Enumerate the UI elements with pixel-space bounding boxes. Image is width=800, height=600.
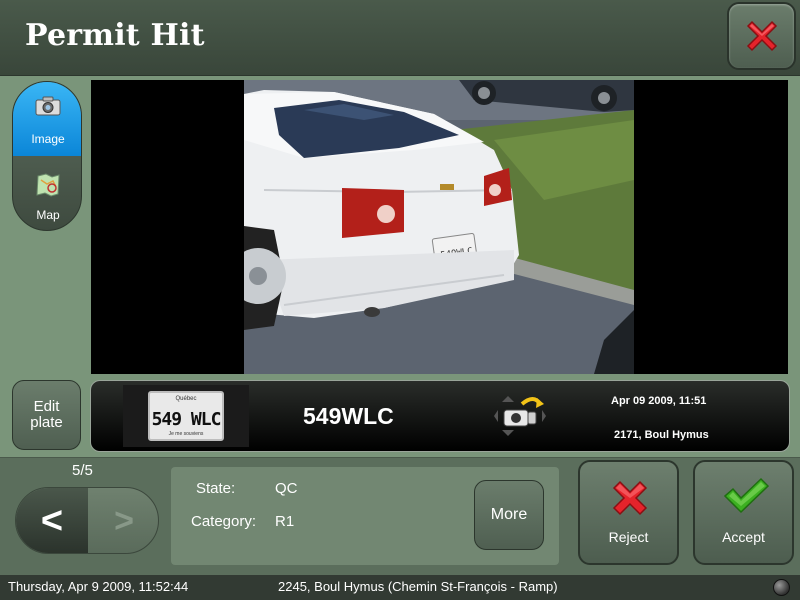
hit-location: 2171, Boul Hymus xyxy=(614,429,709,441)
category-value: R1 xyxy=(275,513,295,530)
hit-date: Apr 09 2009, 11:51 xyxy=(611,395,707,407)
record-navigation: < > xyxy=(15,487,159,554)
accept-label: Accept xyxy=(722,529,765,545)
header-bar: Permit Hit xyxy=(0,0,800,76)
vehicle-photo: 549WLC xyxy=(244,80,634,374)
edit-plate-label-line2: plate xyxy=(30,414,63,431)
vehicle-photo-illustration: 549WLC xyxy=(244,80,634,374)
plate-crop-motto: Je me souviens xyxy=(168,431,204,437)
camera-icon xyxy=(35,96,61,116)
plate-crop-number: 549 WLC xyxy=(151,408,222,430)
view-tab-group: Image Map xyxy=(12,81,82,231)
accept-check-icon xyxy=(723,477,769,514)
reject-x-icon xyxy=(612,480,648,516)
edit-plate-button[interactable]: Edit plate xyxy=(12,380,81,450)
accept-button[interactable]: Accept xyxy=(693,460,794,565)
plate-crop-card: Québec 549 WLC Je me souviens xyxy=(148,391,224,441)
plate-crop-province: Québec xyxy=(175,396,197,402)
hit-info-strip: Québec 549 WLC Je me souviens 549WLC Apr… xyxy=(90,380,790,452)
reject-button[interactable]: Reject xyxy=(578,460,679,565)
status-datetime: Thursday, Apr 9 2009, 11:52:44 xyxy=(8,579,189,594)
tab-map-label: Map xyxy=(36,208,60,222)
status-location: 2245, Boul Hymus (Chemin St-François - R… xyxy=(278,579,558,594)
camera-rotate-icon xyxy=(494,396,546,436)
close-button[interactable] xyxy=(727,2,796,70)
next-button[interactable]: > xyxy=(88,488,158,553)
status-bar: Thursday, Apr 9 2009, 11:52:44 2245, Bou… xyxy=(0,575,800,600)
tab-image[interactable]: Image xyxy=(13,82,81,156)
previous-button[interactable]: < xyxy=(16,488,88,553)
state-value: QC xyxy=(275,480,298,497)
map-icon xyxy=(36,173,60,197)
tab-map[interactable]: Map xyxy=(13,158,81,230)
close-x-icon xyxy=(746,20,777,52)
image-viewer: 549WLC xyxy=(91,80,788,374)
state-label: State: xyxy=(196,480,236,497)
page-title: Permit Hit xyxy=(25,18,205,53)
plate-crop-image: Québec 549 WLC Je me souviens xyxy=(123,385,249,447)
record-counter: 5/5 xyxy=(72,462,93,479)
more-button[interactable]: More xyxy=(474,480,544,550)
reject-label: Reject xyxy=(608,529,649,545)
plate-number: 549WLC xyxy=(303,403,394,429)
tab-image-label: Image xyxy=(31,132,65,146)
status-led-icon xyxy=(773,579,790,596)
category-label: Category: xyxy=(191,513,257,530)
edit-plate-label-line1: Edit xyxy=(33,398,60,415)
